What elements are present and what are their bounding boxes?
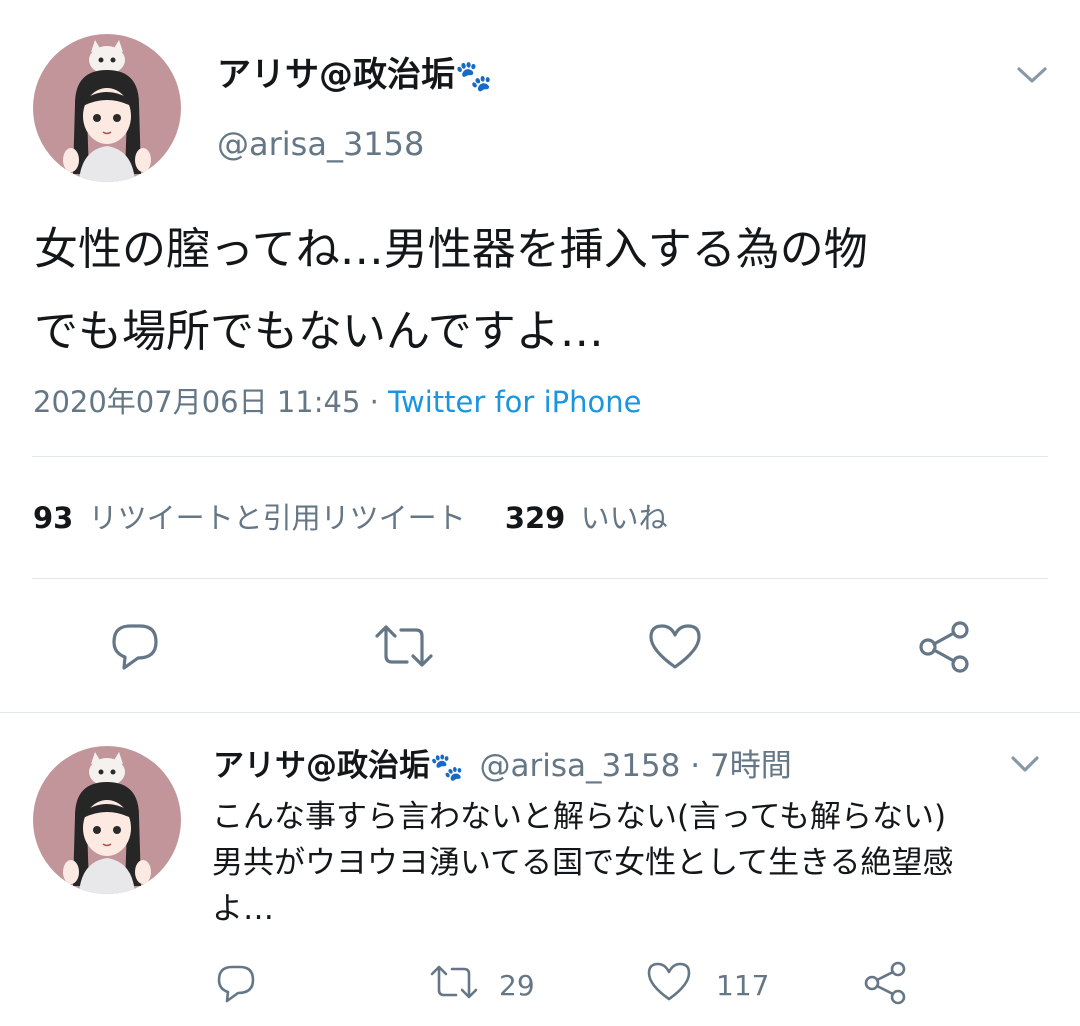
like-count[interactable]: 329 <box>505 501 566 535</box>
retweet-label[interactable]: リツイートと引用リツイート <box>89 501 466 535</box>
timestamp[interactable]: 2020年07月06日 11:45 <box>33 385 360 419</box>
divider <box>32 456 1048 457</box>
like-count: 117 <box>716 968 770 1002</box>
meta-separator: · <box>690 748 701 784</box>
user-handle[interactable]: @arisa_3158 <box>217 122 424 166</box>
retweet-icon[interactable] <box>429 962 479 1009</box>
reply-button[interactable] <box>214 962 258 1008</box>
retweet-count[interactable]: 93 <box>33 501 73 535</box>
tweet-text: こんな事すら言わないと解らない(言っても解らない) 男共がウヨウヨ湧いてる国で女… <box>212 794 954 932</box>
share-button[interactable] <box>862 960 908 1010</box>
paw-icon: 🐾 <box>430 752 464 783</box>
retweet-icon[interactable] <box>373 622 435 670</box>
avatar[interactable] <box>33 746 181 894</box>
like-label[interactable]: いいね <box>581 501 668 535</box>
like-button[interactable]: 117 <box>646 962 769 1008</box>
like-icon[interactable] <box>646 961 692 1010</box>
retweet-button[interactable]: 29 <box>429 962 535 1008</box>
display-name[interactable]: アリサ@政治垢 <box>213 748 430 784</box>
divider <box>32 578 1048 579</box>
display-name[interactable]: アリサ@政治垢 <box>217 55 455 95</box>
reply-icon[interactable] <box>108 620 162 672</box>
like-icon[interactable] <box>647 622 703 672</box>
tweet-text-line: こんな事すら言わないと解らない(言っても解らない) <box>212 799 947 835</box>
time-ago[interactable]: 7時間 <box>710 748 792 784</box>
tweet-text-line: でも場所でもないんですよ… <box>34 306 604 357</box>
user-handle[interactable]: @arisa_3158 <box>479 748 680 784</box>
reply-icon[interactable] <box>214 961 258 1009</box>
section-divider <box>0 712 1080 713</box>
tweet-text-line: よ… <box>212 891 274 927</box>
share-icon[interactable] <box>916 620 972 674</box>
tweet-stats: 93 リツイートと引用リツイート 329 いいね <box>33 498 668 538</box>
avatar[interactable] <box>33 34 181 182</box>
chevron-down-icon[interactable] <box>1014 60 1050 90</box>
retweet-count: 29 <box>499 968 535 1002</box>
tweet-text-line: 男共がウヨウヨ湧いてる国で女性として生きる絶望感 <box>212 845 954 881</box>
chevron-down-icon[interactable] <box>1008 750 1042 778</box>
reply-header: アリサ@政治垢🐾 @arisa_3158 · 7時間 <box>213 744 792 790</box>
meta-separator: · <box>369 385 379 419</box>
paw-icon: 🐾 <box>455 59 493 94</box>
tweet-text: 女性の膣ってね…男性器を挿入する為の物 でも場所でもないんですよ… <box>34 222 868 360</box>
tweet-meta: 2020年07月06日 11:45 · Twitter for iPhone <box>33 382 641 422</box>
tweet-text-line: 女性の膣ってね…男性器を挿入する為の物 <box>34 224 868 275</box>
share-icon[interactable] <box>862 960 908 1010</box>
source-link[interactable]: Twitter for iPhone <box>388 385 641 419</box>
